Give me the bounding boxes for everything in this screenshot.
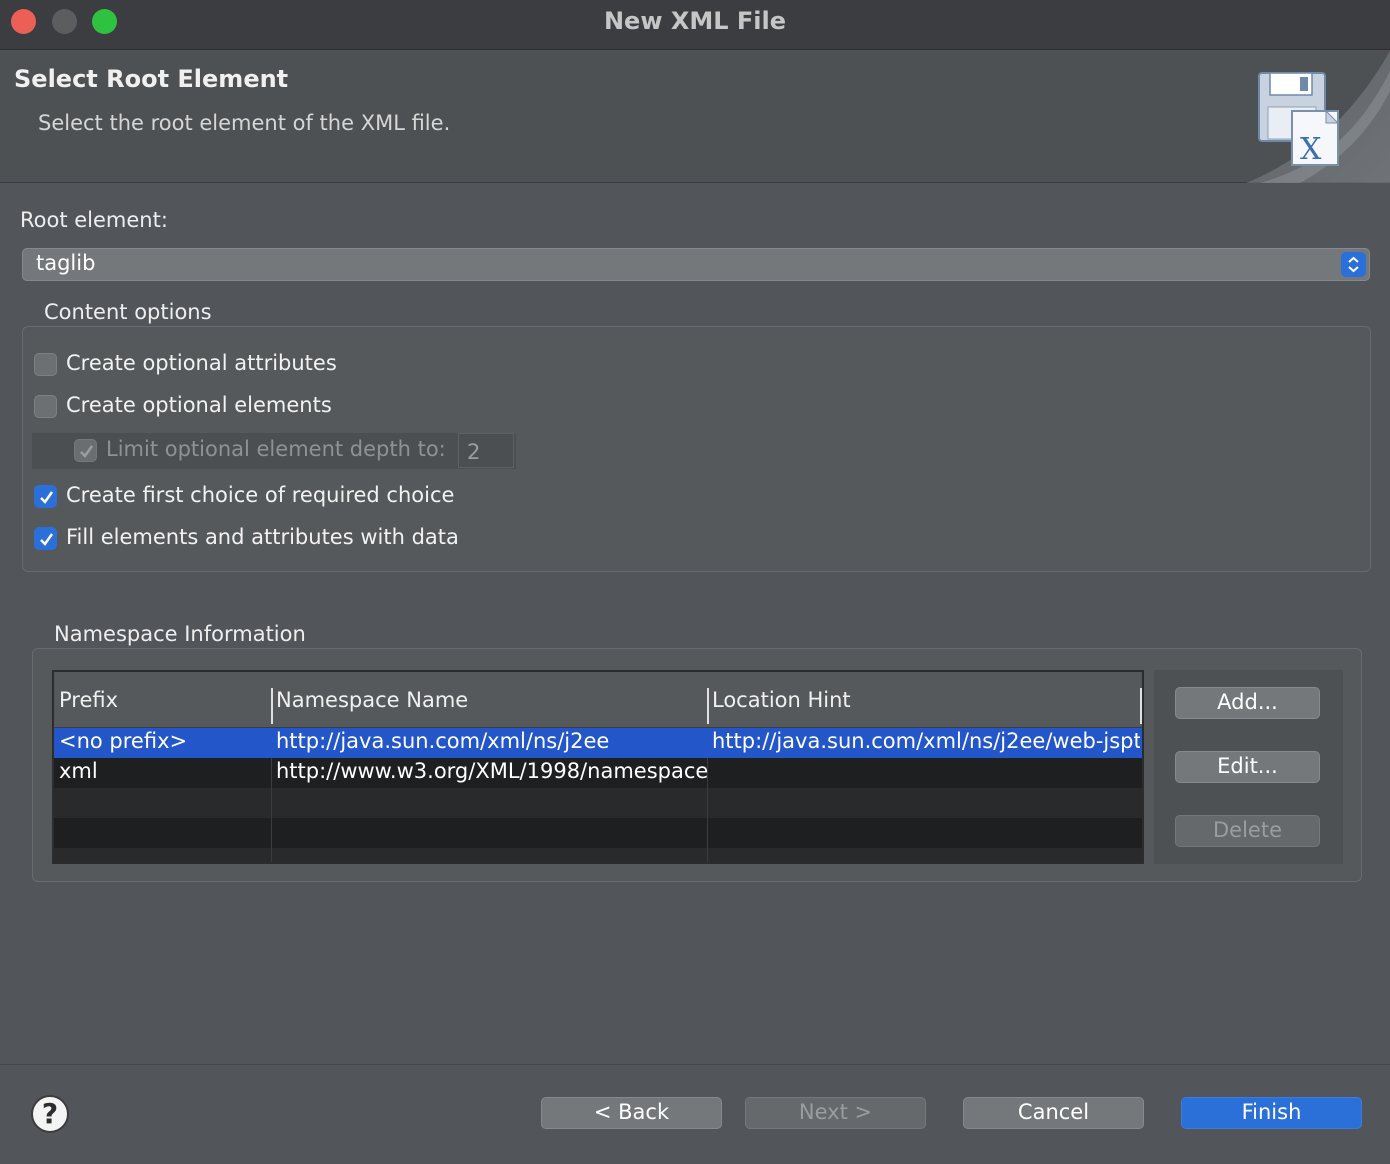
limit-depth-option: Limit optional element depth to: [74, 437, 454, 467]
empty-table-row [54, 848, 1142, 862]
wizard-header: Select Root Element Select the root elem… [0, 51, 1390, 183]
window-title: New XML File [603, 7, 787, 35]
column-header-location-hint[interactable]: Location Hint [712, 688, 851, 712]
table-row[interactable]: <no prefix> http://java.sun.com/xml/ns/j… [54, 728, 1142, 758]
finish-button[interactable]: Finish [1181, 1097, 1362, 1129]
table-header: Prefix Namespace Name Location Hint [54, 672, 1142, 728]
column-resize-handle[interactable] [707, 688, 709, 724]
column-resize-handle[interactable] [271, 688, 273, 724]
create-first-choice-option[interactable]: Create first choice of required choice [34, 483, 494, 513]
footer-divider [0, 1064, 1390, 1065]
fill-with-data-option[interactable]: Fill elements and attributes with data [34, 525, 494, 555]
create-optional-elements-label: Create optional elements [66, 393, 332, 417]
table-row[interactable]: xml http://www.w3.org/XML/1998/namespace [54, 758, 1142, 788]
content-options-title: Content options [44, 300, 212, 324]
create-first-choice-checkbox[interactable] [34, 485, 57, 508]
edit-namespace-button[interactable]: Edit... [1175, 751, 1320, 783]
location-hint-cell: http://java.sun.com/xml/ns/j2ee/web-jspt… [712, 729, 1140, 753]
column-header-prefix[interactable]: Prefix [59, 688, 118, 712]
namespace-table[interactable]: Prefix Namespace Name Location Hint <no … [52, 670, 1144, 864]
column-header-namespace-name[interactable]: Namespace Name [276, 688, 468, 712]
svg-text:X: X [1300, 132, 1322, 167]
limit-depth-checkbox [74, 439, 97, 462]
title-bar: New XML File [0, 0, 1390, 50]
column-resize-handle[interactable] [1140, 688, 1142, 724]
prefix-cell: <no prefix> [59, 729, 188, 753]
add-namespace-button[interactable]: Add... [1175, 687, 1320, 719]
page-description: Select the root element of the XML file. [38, 111, 451, 135]
next-button: Next > [745, 1097, 926, 1129]
help-icon[interactable]: ? [31, 1095, 69, 1133]
column-divider [707, 758, 708, 862]
fill-with-data-checkbox[interactable] [34, 527, 57, 550]
chevron-up-down-icon [1341, 252, 1366, 277]
root-element-select[interactable]: taglib [22, 248, 1370, 281]
namespace-name-cell: http://java.sun.com/xml/ns/j2ee [276, 729, 610, 753]
fill-with-data-label: Fill elements and attributes with data [66, 525, 459, 549]
create-optional-attributes-label: Create optional attributes [66, 351, 337, 375]
cancel-button[interactable]: Cancel [963, 1097, 1144, 1129]
depth-value: 2 [467, 440, 481, 464]
create-optional-attributes-checkbox[interactable] [34, 353, 57, 376]
back-button[interactable]: < Back [541, 1097, 722, 1129]
page-title: Select Root Element [14, 65, 289, 93]
prefix-cell: xml [59, 759, 98, 783]
xml-file-wizard-icon: X [1246, 51, 1390, 183]
namespace-info-title: Namespace Information [54, 622, 306, 646]
empty-table-row [54, 818, 1142, 848]
namespace-buttons-panel: Add... Edit... Delete [1154, 670, 1343, 864]
create-optional-elements-option[interactable]: Create optional elements [34, 393, 434, 423]
root-element-value: taglib [36, 251, 96, 275]
root-element-label: Root element: [20, 208, 168, 232]
depth-input: 2 [458, 433, 514, 468]
create-optional-attributes-option[interactable]: Create optional attributes [34, 351, 434, 381]
empty-table-row [54, 788, 1142, 818]
delete-namespace-button: Delete [1175, 815, 1320, 847]
create-first-choice-label: Create first choice of required choice [66, 483, 455, 507]
limit-depth-label: Limit optional element depth to: [106, 437, 446, 461]
namespace-name-cell: http://www.w3.org/XML/1998/namespace [276, 759, 708, 783]
column-divider [271, 758, 272, 862]
create-optional-elements-checkbox[interactable] [34, 395, 57, 418]
